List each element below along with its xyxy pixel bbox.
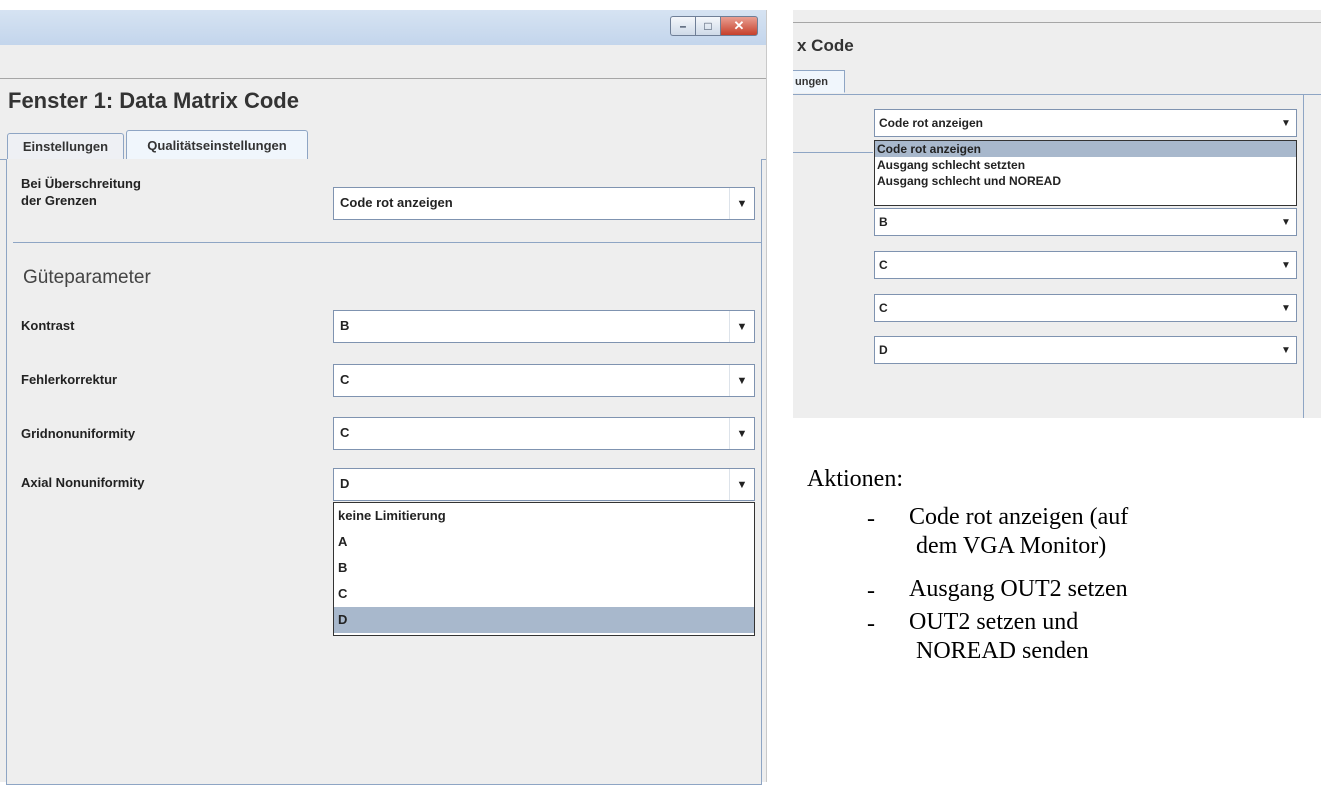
crop-limit-combobox[interactable]: Code rot anzeigen ▼ [874, 109, 1297, 137]
dropdown-option[interactable]: C [334, 581, 754, 607]
bullet: - [867, 578, 875, 604]
combo-value: Code rot anzeigen [340, 195, 453, 210]
dropdown-option[interactable]: keine Limitierung [334, 503, 754, 529]
window-controls: – □ ✕ [670, 16, 758, 36]
crop-title: x Code [797, 36, 854, 55]
title-bar: – □ ✕ [0, 10, 766, 45]
note-item-line1: Code rot anzeigen (auf [909, 504, 1129, 530]
close-button[interactable]: ✕ [720, 16, 758, 36]
note-item-line2: NOREAD senden [916, 638, 1089, 664]
chevron-down-icon[interactable]: ▼ [1276, 209, 1296, 235]
gridnonuniformity-combobox[interactable]: C ▼ [333, 417, 755, 450]
crop-tab[interactable]: ungen [793, 70, 845, 93]
chevron-down-icon[interactable]: ▼ [729, 311, 754, 342]
param-label-axial: Axial Nonuniformity [21, 475, 145, 490]
minimize-icon: – [679, 19, 687, 33]
dropdown-option[interactable]: Ausgang schlecht setzten [875, 157, 1296, 173]
tab-qualitaetseinstellungen[interactable]: Qualitätseinstellungen [126, 130, 308, 161]
dropdown-option-selected[interactable]: D [334, 607, 754, 633]
note-item-line2: dem VGA Monitor) [916, 533, 1107, 559]
axial-dropdown-list: keine Limitierung A B C D [333, 502, 755, 636]
section-title: Güteparameter [23, 267, 151, 288]
note-item-line1: OUT2 setzen und [909, 609, 1079, 635]
chevron-down-icon[interactable]: ▼ [729, 418, 754, 449]
divider [13, 242, 761, 243]
combo-value: D [340, 476, 350, 491]
page-title: Fenster 1: Data Matrix Code [8, 88, 299, 113]
chevron-down-icon[interactable]: ▼ [729, 469, 754, 500]
limit-label-line1: Bei Überschreitung [21, 176, 141, 191]
tab-einstellungen[interactable]: Einstellungen [7, 133, 124, 159]
close-icon: ✕ [733, 18, 745, 33]
combo-value: C [340, 372, 350, 387]
limit-combobox[interactable]: Code rot anzeigen ▼ [333, 187, 755, 220]
bullet: - [867, 611, 875, 637]
chevron-down-icon[interactable]: ▼ [1276, 252, 1296, 278]
dropdown-option[interactable]: A [334, 529, 754, 555]
combo-value: D [879, 343, 888, 357]
chevron-down-icon[interactable]: ▼ [1276, 110, 1296, 136]
divider [793, 22, 1321, 23]
cropped-window-detail: x Code ungen Code rot anzeigen ▼ Code ro… [793, 10, 1321, 418]
chevron-down-icon[interactable]: ▼ [1276, 295, 1296, 321]
crop-fehlerkorrektur-combobox[interactable]: C ▼ [874, 251, 1297, 279]
maximize-button[interactable]: □ [695, 16, 720, 36]
panel-border [1303, 94, 1304, 418]
minimize-button[interactable]: – [670, 16, 695, 36]
combo-value: C [879, 258, 888, 272]
limit-label-line2: der Grenzen [21, 193, 97, 208]
combo-value: B [340, 318, 350, 333]
divider [793, 152, 873, 153]
param-label-fehlerkorrektur: Fehlerkorrektur [21, 372, 118, 387]
chevron-down-icon[interactable]: ▼ [1276, 337, 1296, 363]
param-label-gridnonuniformity: Gridnonuniformity [21, 426, 136, 441]
dropdown-option-selected[interactable]: Code rot anzeigen [875, 141, 1296, 157]
combo-value: C [879, 301, 888, 315]
crop-limit-dropdown-list: Code rot anzeigen Ausgang schlecht setzt… [874, 140, 1297, 206]
crop-gridnonuniformity-combobox[interactable]: C ▼ [874, 294, 1297, 322]
crop-axial-combobox[interactable]: D ▼ [874, 336, 1297, 364]
limit-label: Bei Überschreitung der Grenzen [21, 175, 141, 209]
param-label-kontrast: Kontrast [21, 318, 75, 333]
crop-kontrast-combobox[interactable]: B ▼ [874, 208, 1297, 236]
axial-combobox[interactable]: D ▼ [333, 468, 755, 501]
combo-value: Code rot anzeigen [879, 116, 984, 130]
fehlerkorrektur-combobox[interactable]: C ▼ [333, 364, 755, 397]
maximize-icon: □ [704, 19, 712, 33]
crop-tab-bar: ungen [793, 68, 1321, 95]
bullet: - [867, 506, 875, 532]
notes-heading: Aktionen: [807, 466, 903, 492]
combo-value: B [879, 215, 888, 229]
combo-value: C [340, 425, 350, 440]
chevron-down-icon[interactable]: ▼ [729, 188, 754, 219]
chevron-down-icon[interactable]: ▼ [729, 365, 754, 396]
tab-bar: Einstellungen Qualitätseinstellungen [0, 127, 766, 161]
note-item-line1: Ausgang OUT2 setzen [909, 576, 1128, 602]
dropdown-option[interactable]: B [334, 555, 754, 581]
kontrast-combobox[interactable]: B ▼ [333, 310, 755, 343]
dropdown-option[interactable]: Ausgang schlecht und NOREAD [875, 173, 1296, 189]
menu-area [0, 45, 766, 79]
